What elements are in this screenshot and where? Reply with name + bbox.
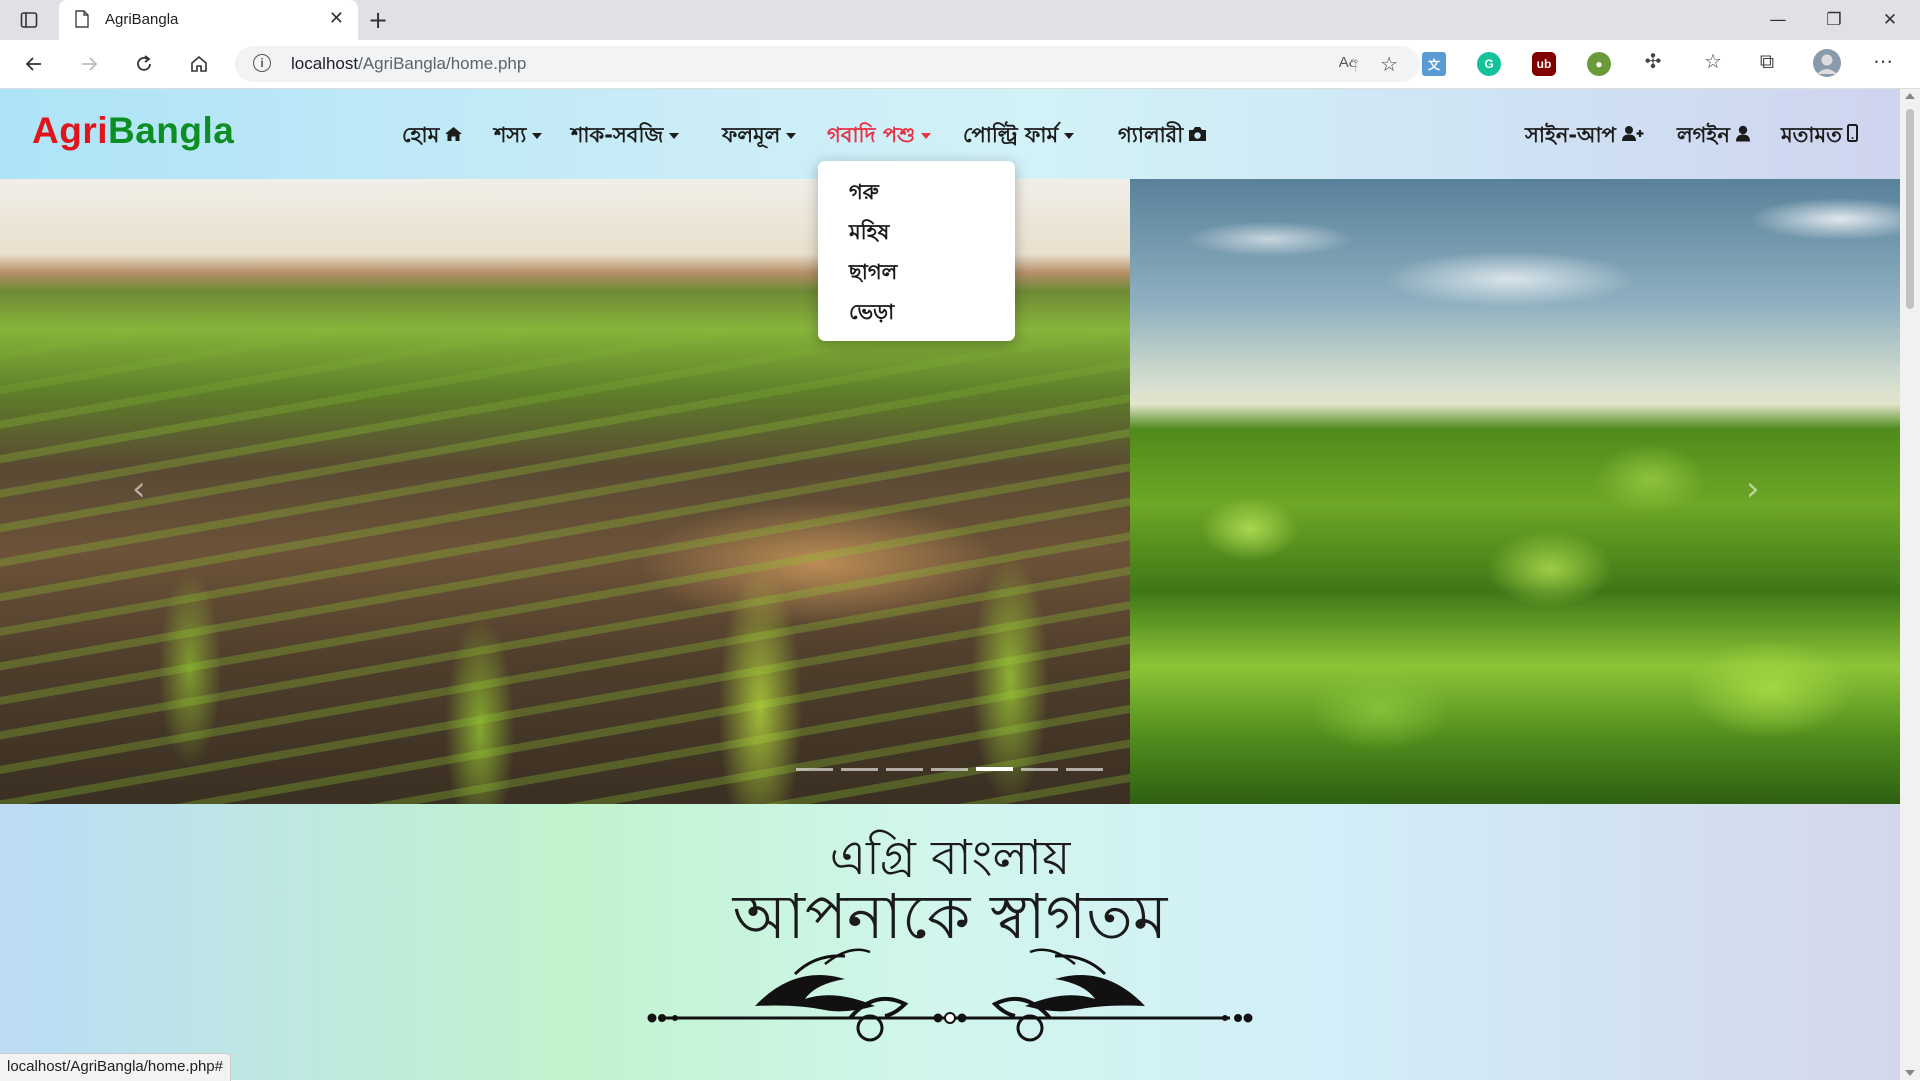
collections-icon[interactable]: ⧉	[1752, 49, 1782, 73]
tab-close-icon[interactable]: ✕	[329, 9, 344, 29]
add-favorite-icon[interactable]: ☆	[1380, 52, 1398, 76]
carousel-slide-soybean-field	[1130, 179, 1900, 804]
nav-gallery[interactable]: গ্যালারী	[1118, 119, 1207, 154]
scroll-up-icon[interactable]	[1905, 93, 1915, 99]
browser-tab[interactable]: AgriBangla ✕	[59, 0, 358, 40]
scroll-down-icon[interactable]	[1905, 1070, 1915, 1076]
web-page: AgriBangla হোম শস্য শাক-সবজি ফলমূল গবাদি…	[0, 89, 1900, 1080]
caret-down-icon	[669, 133, 680, 139]
page-scrollbar[interactable]	[1900, 89, 1920, 1080]
read-aloud-icon[interactable]: Aඅ	[1339, 54, 1358, 71]
forward-icon[interactable]	[73, 48, 105, 80]
carousel-next-icon[interactable]: ›	[1746, 469, 1760, 509]
new-tab-button[interactable]: +	[368, 6, 388, 34]
grammarly-extension-icon[interactable]: G	[1477, 52, 1501, 76]
user-icon	[1735, 125, 1751, 147]
dropdown-item-buffalo[interactable]: মহিষ	[849, 216, 889, 251]
nav-feedback[interactable]: মতামত	[1781, 119, 1858, 154]
site-info-icon[interactable]: i	[253, 54, 271, 72]
mobile-icon	[1846, 124, 1858, 147]
ublock-extension-icon[interactable]: ub	[1532, 52, 1556, 76]
restore-button[interactable]: ❐	[1814, 6, 1854, 34]
dropdown-item-goat[interactable]: ছাগল	[849, 256, 897, 291]
decorative-divider-icon	[645, 944, 1255, 1054]
caret-down-icon	[786, 133, 797, 139]
tab-actions-icon[interactable]	[18, 9, 40, 31]
favorites-icon[interactable]: ☆	[1698, 49, 1728, 73]
scroll-thumb[interactable]	[1906, 109, 1914, 309]
tab-title: AgriBangla	[105, 11, 179, 28]
livestock-dropdown-menu: গরু মহিষ ছাগল ভেড়া	[818, 161, 1015, 341]
carousel-prev-icon[interactable]: ‹	[132, 469, 146, 509]
refresh-icon[interactable]	[128, 48, 160, 80]
nav-login[interactable]: লগইন	[1677, 119, 1751, 154]
close-window-button[interactable]: ✕	[1870, 6, 1910, 34]
carousel-indicator[interactable]	[931, 768, 968, 771]
address-bar[interactable]: i localhost/AgriBangla/home.php Aඅ ☆	[235, 46, 1420, 82]
nav-home[interactable]: হোম	[402, 119, 463, 154]
carousel-indicator-active[interactable]	[976, 767, 1013, 771]
home-browser-icon[interactable]	[183, 48, 215, 80]
dropdown-item-cow[interactable]: গরু	[849, 176, 879, 211]
home-icon	[444, 125, 463, 147]
site-logo[interactable]: AgriBangla	[32, 110, 234, 152]
welcome-section: এগ্রি বাংলায় আপনাকে স্বাগতম	[0, 804, 1900, 1080]
carousel-indicator[interactable]	[1021, 768, 1058, 771]
camera-icon	[1188, 125, 1207, 147]
status-bar-url: localhost/AgriBangla/home.php#	[0, 1053, 231, 1081]
extensions-puzzle-icon[interactable]: ✣	[1638, 49, 1668, 73]
carousel-indicators	[796, 767, 1103, 773]
carousel-indicator[interactable]	[886, 768, 923, 771]
back-icon[interactable]	[18, 48, 50, 80]
carousel-indicator[interactable]	[796, 768, 833, 771]
nav-crops[interactable]: শস্য	[494, 119, 543, 154]
browser-tab-bar: AgriBangla ✕ + — ❐ ✕	[0, 0, 1920, 40]
browser-toolbar: i localhost/AgriBangla/home.php Aඅ ☆ 文 G…	[0, 40, 1920, 89]
profile-avatar[interactable]	[1812, 48, 1842, 83]
more-menu-icon[interactable]: ⋯	[1868, 49, 1898, 73]
nav-livestock[interactable]: গবাদি পশু	[827, 119, 932, 154]
caret-down-icon	[1064, 133, 1075, 139]
carousel-indicator[interactable]	[841, 768, 878, 771]
url-text[interactable]: localhost/AgriBangla/home.php	[291, 54, 526, 74]
caret-down-icon	[921, 133, 932, 139]
minimize-button[interactable]: —	[1758, 6, 1798, 34]
carousel-indicator[interactable]	[1066, 768, 1103, 771]
nav-signup[interactable]: সাইন-আপ	[1525, 119, 1645, 154]
nav-vegetables[interactable]: শাক-সবজি	[571, 119, 680, 154]
user-plus-icon	[1621, 125, 1645, 147]
globe-extension-icon[interactable]: ●	[1587, 52, 1611, 76]
dropdown-item-sheep[interactable]: ভেড়া	[849, 296, 894, 331]
caret-down-icon	[532, 133, 543, 139]
page-icon	[75, 10, 89, 28]
translate-extension-icon[interactable]: 文	[1422, 52, 1446, 76]
nav-poultry[interactable]: পোল্ট্রি ফার্ম	[963, 119, 1075, 154]
nav-fruits[interactable]: ফলমূল	[722, 119, 797, 154]
